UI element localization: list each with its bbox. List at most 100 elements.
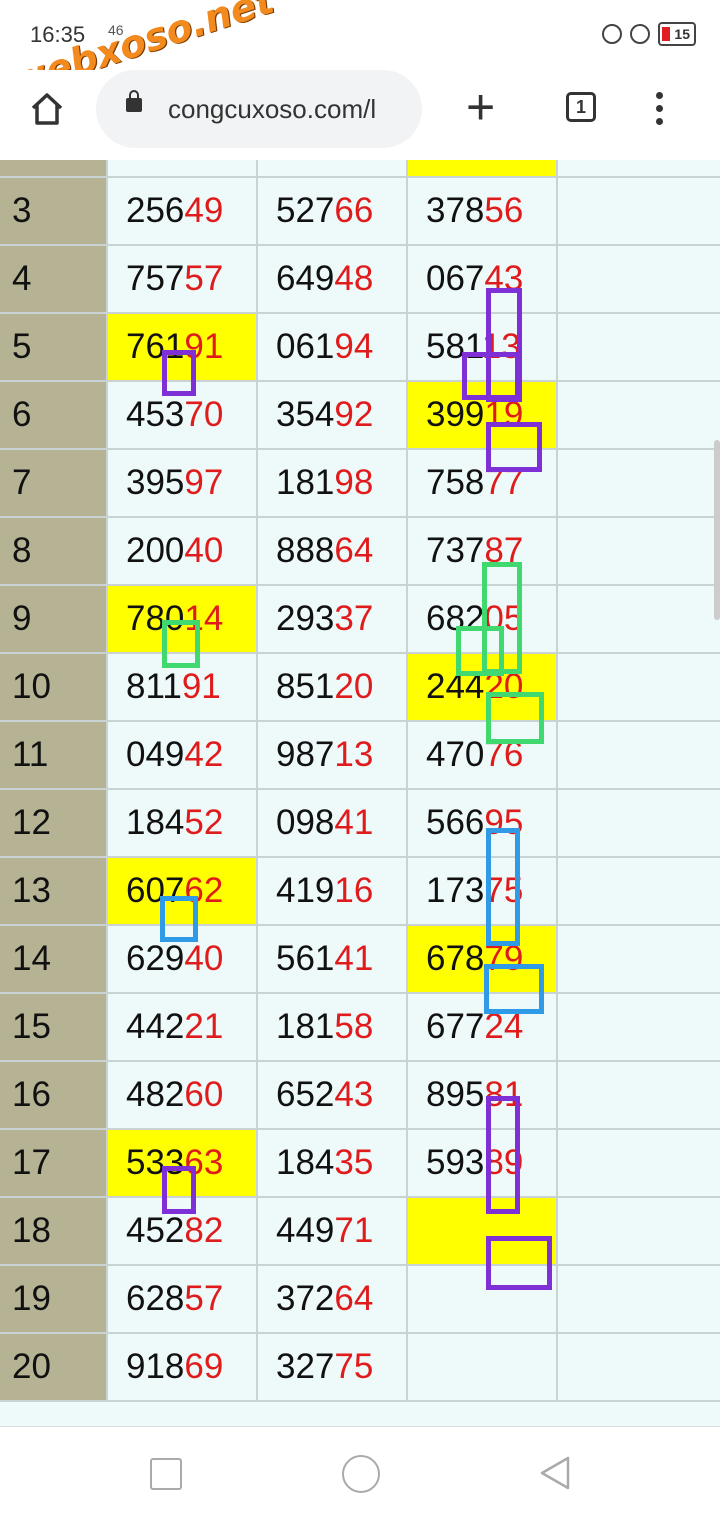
home-icon[interactable]	[30, 92, 64, 126]
result-cell: 44221	[106, 994, 256, 1060]
tab-switcher-button[interactable]: 1	[566, 92, 596, 122]
number-tail: 70	[184, 395, 224, 434]
result-cell: 18158	[256, 994, 406, 1060]
number-tail: 49	[184, 191, 224, 230]
result-cell: 39597	[106, 450, 256, 516]
table-row: 19 62857 37264	[0, 1266, 720, 1334]
highlight-box	[456, 626, 504, 676]
result-cell: 60755	[256, 160, 406, 176]
number-prefix: 067	[426, 259, 485, 298]
result-cell: 18452	[106, 790, 256, 856]
number-prefix: 629	[126, 939, 185, 978]
result-cell: 35492	[256, 382, 406, 448]
result-cell: 56141	[256, 926, 406, 992]
scrollbar[interactable]	[714, 440, 720, 620]
number-prefix: 181	[276, 463, 335, 502]
results-table[interactable]: 2492656075547577325649527663785647575764…	[0, 160, 720, 1426]
table-row: 15 44221 18158 67724	[0, 994, 720, 1062]
row-number: 11	[0, 722, 106, 788]
number-prefix: 593	[426, 1143, 485, 1182]
number-tail: 56	[484, 191, 524, 230]
number-tail: 37	[334, 599, 374, 638]
number-tail: 21	[184, 1007, 224, 1046]
number-tail: 65	[184, 160, 223, 162]
number-tail: 40	[184, 531, 224, 570]
number-tail: 92	[334, 395, 374, 434]
number-tail: 40	[184, 939, 224, 978]
empty-cell	[556, 722, 706, 788]
number-tail: 43	[334, 1075, 374, 1114]
empty-cell	[556, 994, 706, 1060]
number-tail: 75	[334, 1347, 374, 1386]
number-tail: 97	[184, 463, 224, 502]
number-tail: 77	[484, 160, 523, 162]
number-prefix: 049	[126, 735, 185, 774]
empty-cell	[556, 1062, 706, 1128]
result-cell: 29337	[256, 586, 406, 652]
table-row: 12 18452 09841 56695	[0, 790, 720, 858]
home-nav-button[interactable]	[342, 1455, 380, 1493]
table-row: 10 81191 85120 24420	[0, 654, 720, 722]
result-cell: 09841	[256, 790, 406, 856]
result-cell: 17375	[406, 858, 556, 924]
result-cell: 62857	[106, 1266, 256, 1332]
more-menu-icon[interactable]	[656, 92, 666, 131]
empty-cell	[556, 1266, 706, 1332]
number-prefix: 395	[126, 463, 185, 502]
alarm-icon	[630, 24, 651, 44]
number-prefix: 678	[426, 939, 485, 978]
number-tail: 16	[334, 871, 374, 910]
highlight-box	[486, 1096, 520, 1214]
result-cell: 59389	[406, 1130, 556, 1196]
result-cell: 47577	[406, 160, 556, 176]
row-number: 2	[0, 160, 106, 176]
highlight-box	[486, 692, 544, 744]
number-tail: 41	[334, 803, 374, 842]
url-text: congcuxoso.com/l	[168, 94, 377, 124]
number-prefix: 482	[126, 1075, 185, 1114]
empty-cell	[556, 926, 706, 992]
highlight-box	[160, 896, 198, 942]
number-prefix: 895	[426, 1075, 485, 1114]
back-button[interactable]	[538, 1455, 572, 1491]
number-prefix: 652	[276, 1075, 335, 1114]
result-cell: 73787	[406, 518, 556, 584]
highlight-box	[486, 1236, 552, 1290]
empty-cell	[556, 450, 706, 516]
number-tail: 91	[181, 667, 221, 706]
number-prefix: 449	[276, 1211, 335, 1250]
result-cell: 89581	[406, 1062, 556, 1128]
recents-button[interactable]	[150, 1458, 182, 1490]
table-row: 14 62940 56141 67879	[0, 926, 720, 994]
address-bar[interactable]: congcuxoso.com/l	[96, 70, 422, 148]
number-tail: 41	[334, 939, 374, 978]
number-prefix: 470	[426, 735, 485, 774]
empty-cell	[556, 1198, 706, 1264]
highlight-box	[486, 422, 542, 472]
browser-toolbar: congcuxoso.com/l + 1	[0, 70, 720, 160]
result-cell: 18435	[256, 1130, 406, 1196]
lock-icon	[126, 90, 142, 112]
row-number: 5	[0, 314, 106, 380]
number-prefix: 607	[276, 160, 334, 162]
empty-cell	[556, 178, 706, 244]
result-cell: 37264	[256, 1266, 406, 1332]
number-tail: 69	[184, 1347, 224, 1386]
status-icons: 15	[602, 22, 696, 46]
number-prefix: 677	[426, 1007, 485, 1046]
number-tail: 57	[184, 259, 224, 298]
number-tail: 55	[334, 160, 373, 162]
highlight-box	[162, 620, 200, 668]
new-tab-button[interactable]: +	[466, 82, 495, 132]
lock-rotation-icon	[602, 24, 623, 44]
result-cell: 65243	[256, 1062, 406, 1128]
result-cell: 32775	[256, 1334, 406, 1400]
empty-cell	[556, 858, 706, 924]
table-row: 7 39597 18198 75877	[0, 450, 720, 518]
result-cell: 06194	[256, 314, 406, 380]
row-number: 19	[0, 1266, 106, 1332]
number-prefix: 399	[426, 395, 485, 434]
number-tail: 64	[334, 531, 374, 570]
number-prefix: 181	[276, 1007, 335, 1046]
number-tail: 13	[334, 735, 374, 774]
